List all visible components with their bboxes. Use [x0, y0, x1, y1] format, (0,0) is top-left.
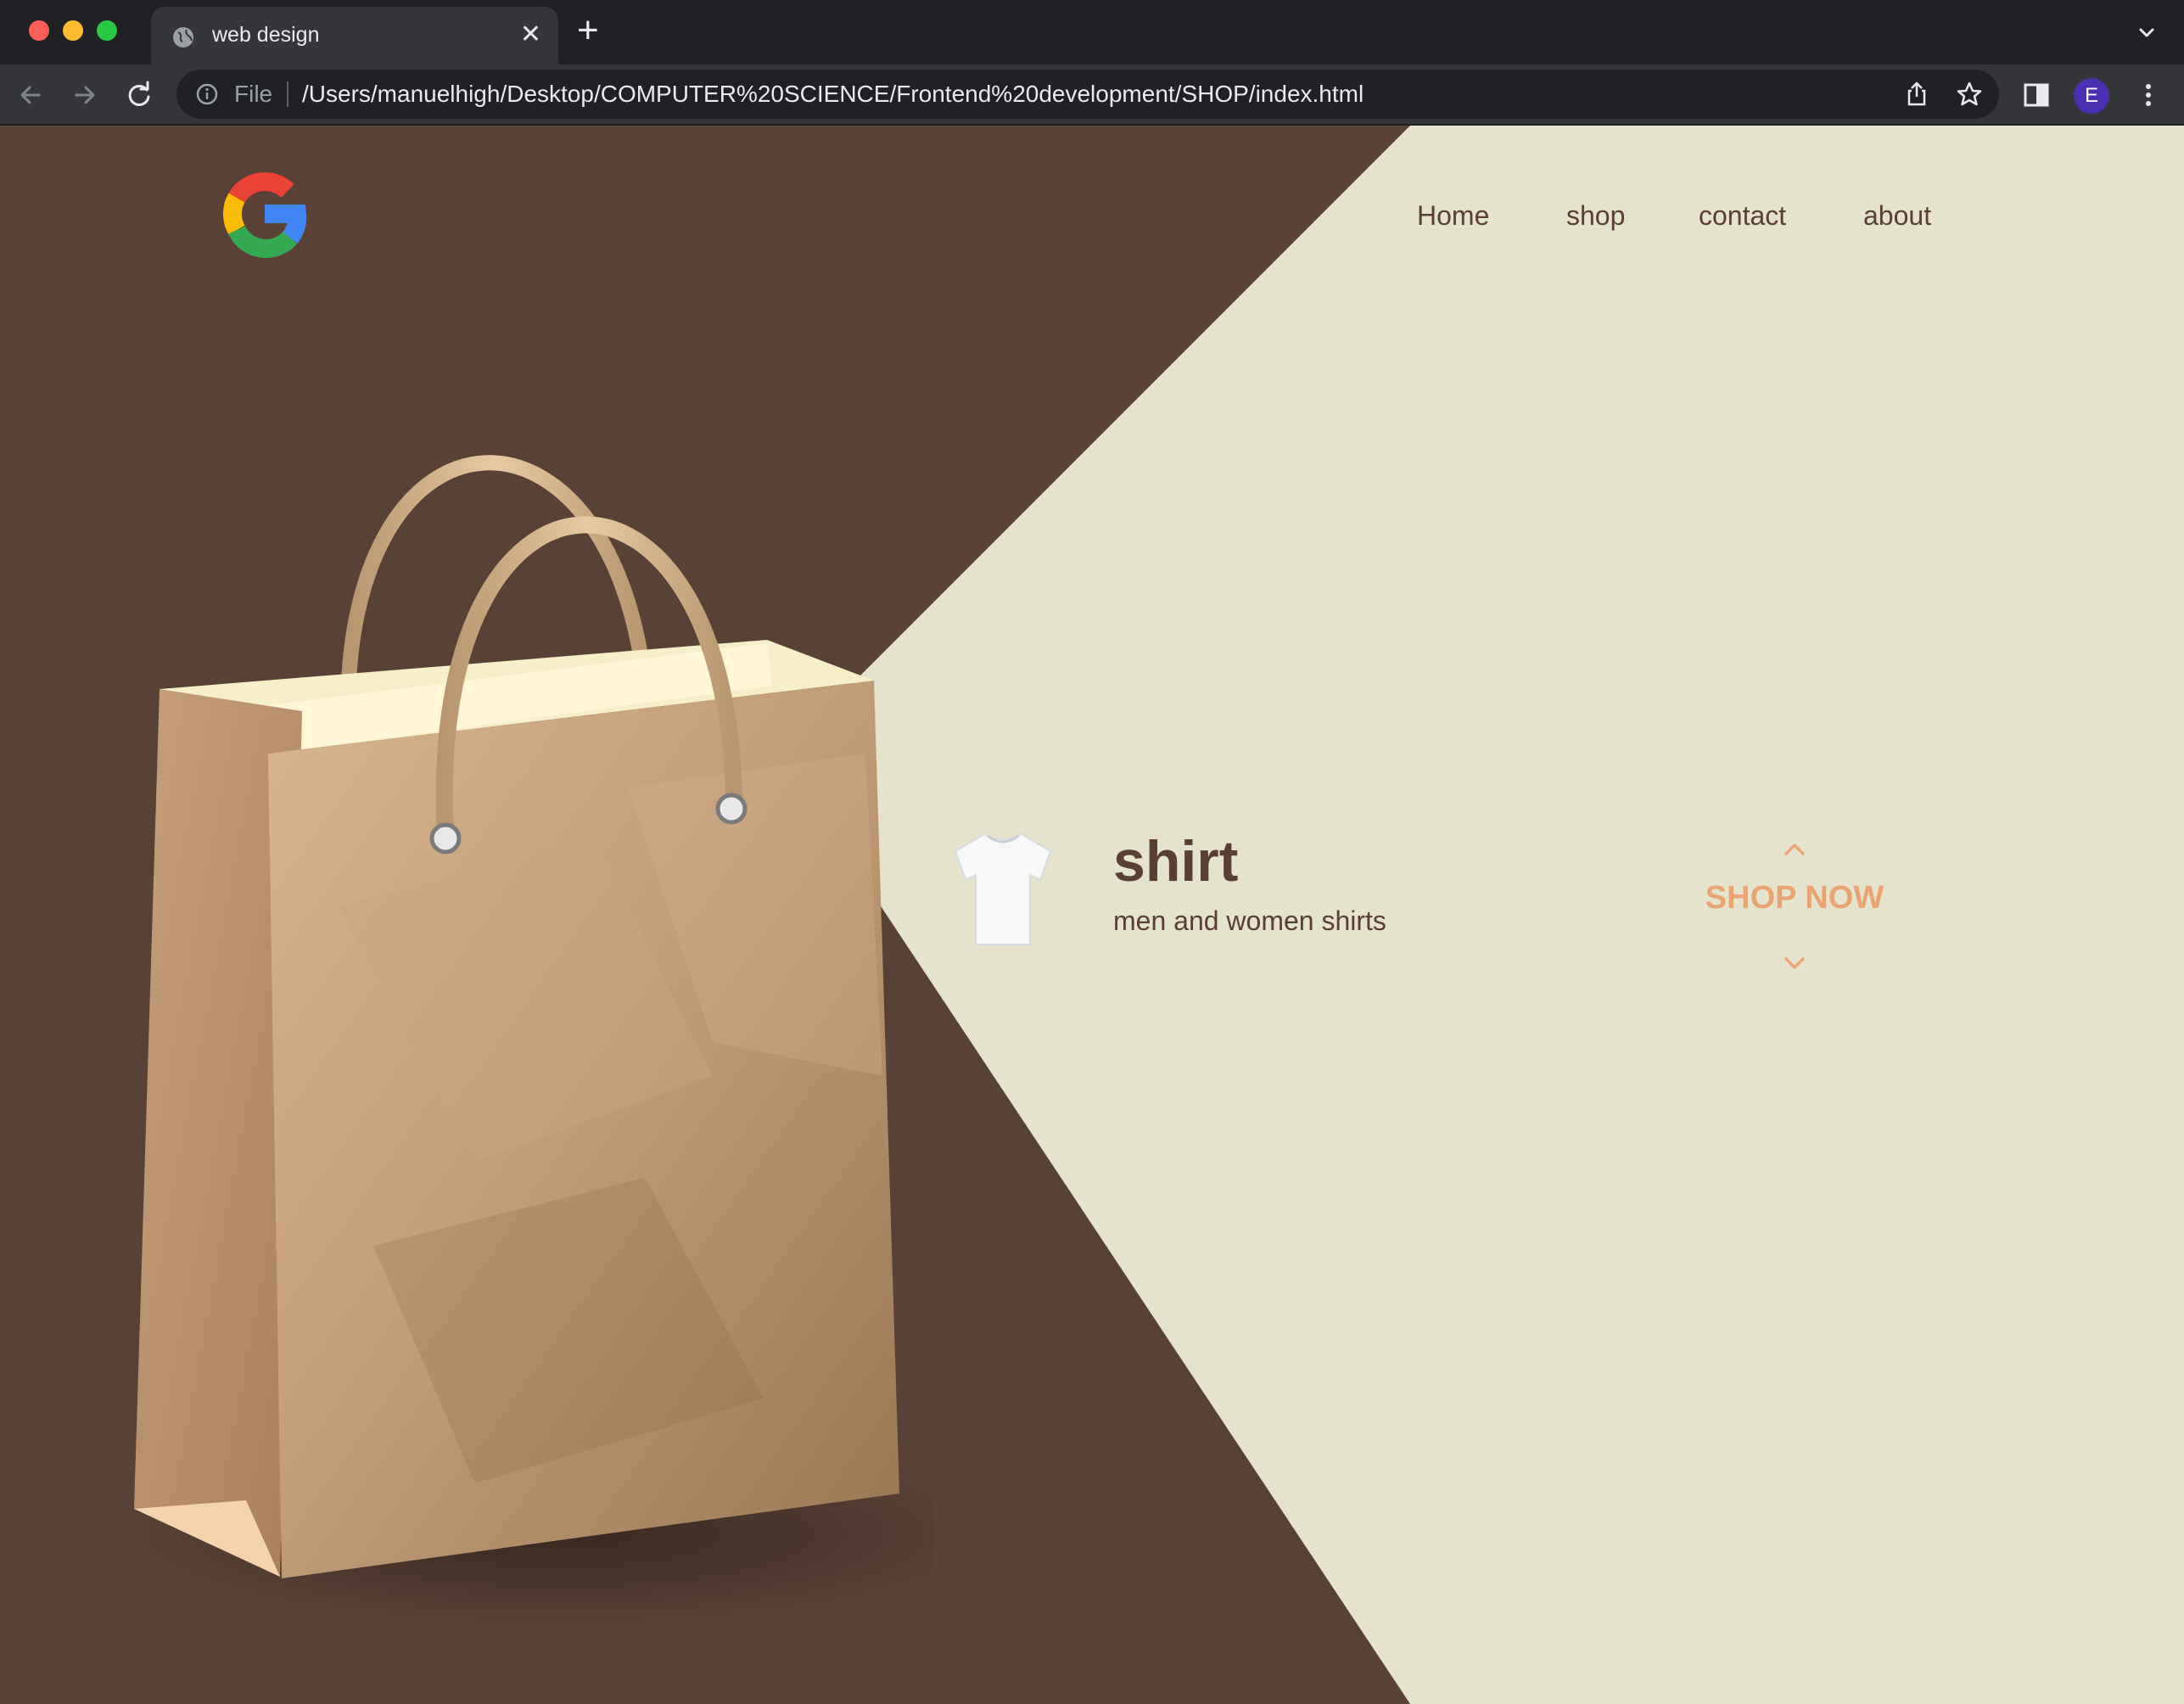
- chevron-down-icon[interactable]: [1779, 954, 1810, 974]
- window-maximize-button[interactable]: [97, 20, 117, 41]
- avatar[interactable]: E: [2074, 78, 2109, 114]
- url-text[interactable]: /Users/manuelhigh/Desktop/COMPUTER%20SCI…: [302, 81, 1364, 107]
- star-icon[interactable]: [1955, 80, 1984, 109]
- new-tab-button[interactable]: +: [577, 12, 599, 49]
- omnibox-divider: [287, 81, 288, 107]
- shirt-image[interactable]: [950, 826, 1056, 953]
- reload-icon[interactable]: [124, 80, 154, 110]
- side-panel-icon[interactable]: [2021, 80, 2052, 110]
- nav-link-shop[interactable]: shop: [1566, 199, 1625, 233]
- tab-strip: web design ✕ +: [0, 0, 2184, 64]
- info-icon[interactable]: [195, 82, 219, 106]
- nav-link-about[interactable]: about: [1863, 199, 1931, 233]
- shop-now-button[interactable]: SHOP NOW: [1688, 877, 1901, 918]
- share-icon[interactable]: [1902, 80, 1931, 109]
- nav-link-contact[interactable]: contact: [1699, 199, 1786, 233]
- window-close-button[interactable]: [29, 20, 49, 41]
- globe-icon: [173, 27, 193, 48]
- product-title: shirt: [1113, 829, 1239, 894]
- url-scheme-label: File: [234, 81, 273, 107]
- chevron-up-icon[interactable]: [1779, 838, 1810, 859]
- product-description: men and women shirts: [1113, 905, 1386, 936]
- tab-title: web design: [212, 23, 320, 47]
- browser-chrome: web design ✕ + File /Users/manuelhigh/De…: [0, 0, 2184, 126]
- back-arrow-icon[interactable]: [15, 80, 46, 110]
- window-minimize-button[interactable]: [63, 20, 83, 41]
- forward-arrow-icon[interactable]: [70, 80, 100, 110]
- tab-search-icon[interactable]: [2135, 20, 2159, 44]
- menu-icon[interactable]: [2133, 80, 2164, 110]
- tab-close-icon[interactable]: ✕: [520, 22, 541, 48]
- address-bar[interactable]: File /Users/manuelhigh/Desktop/COMPUTER%…: [176, 70, 1999, 119]
- page-viewport: Home shop contact about shirt men and wo…: [0, 126, 2184, 1704]
- browser-tab[interactable]: web design ✕: [151, 7, 558, 64]
- google-logo-icon[interactable]: [216, 165, 314, 263]
- shopping-bag-image: [119, 455, 933, 1628]
- nav-link-home[interactable]: Home: [1417, 199, 1489, 233]
- browser-toolbar: File /Users/manuelhigh/Desktop/COMPUTER%…: [0, 64, 2184, 126]
- shop-now-cta: SHOP NOW: [1688, 838, 1901, 983]
